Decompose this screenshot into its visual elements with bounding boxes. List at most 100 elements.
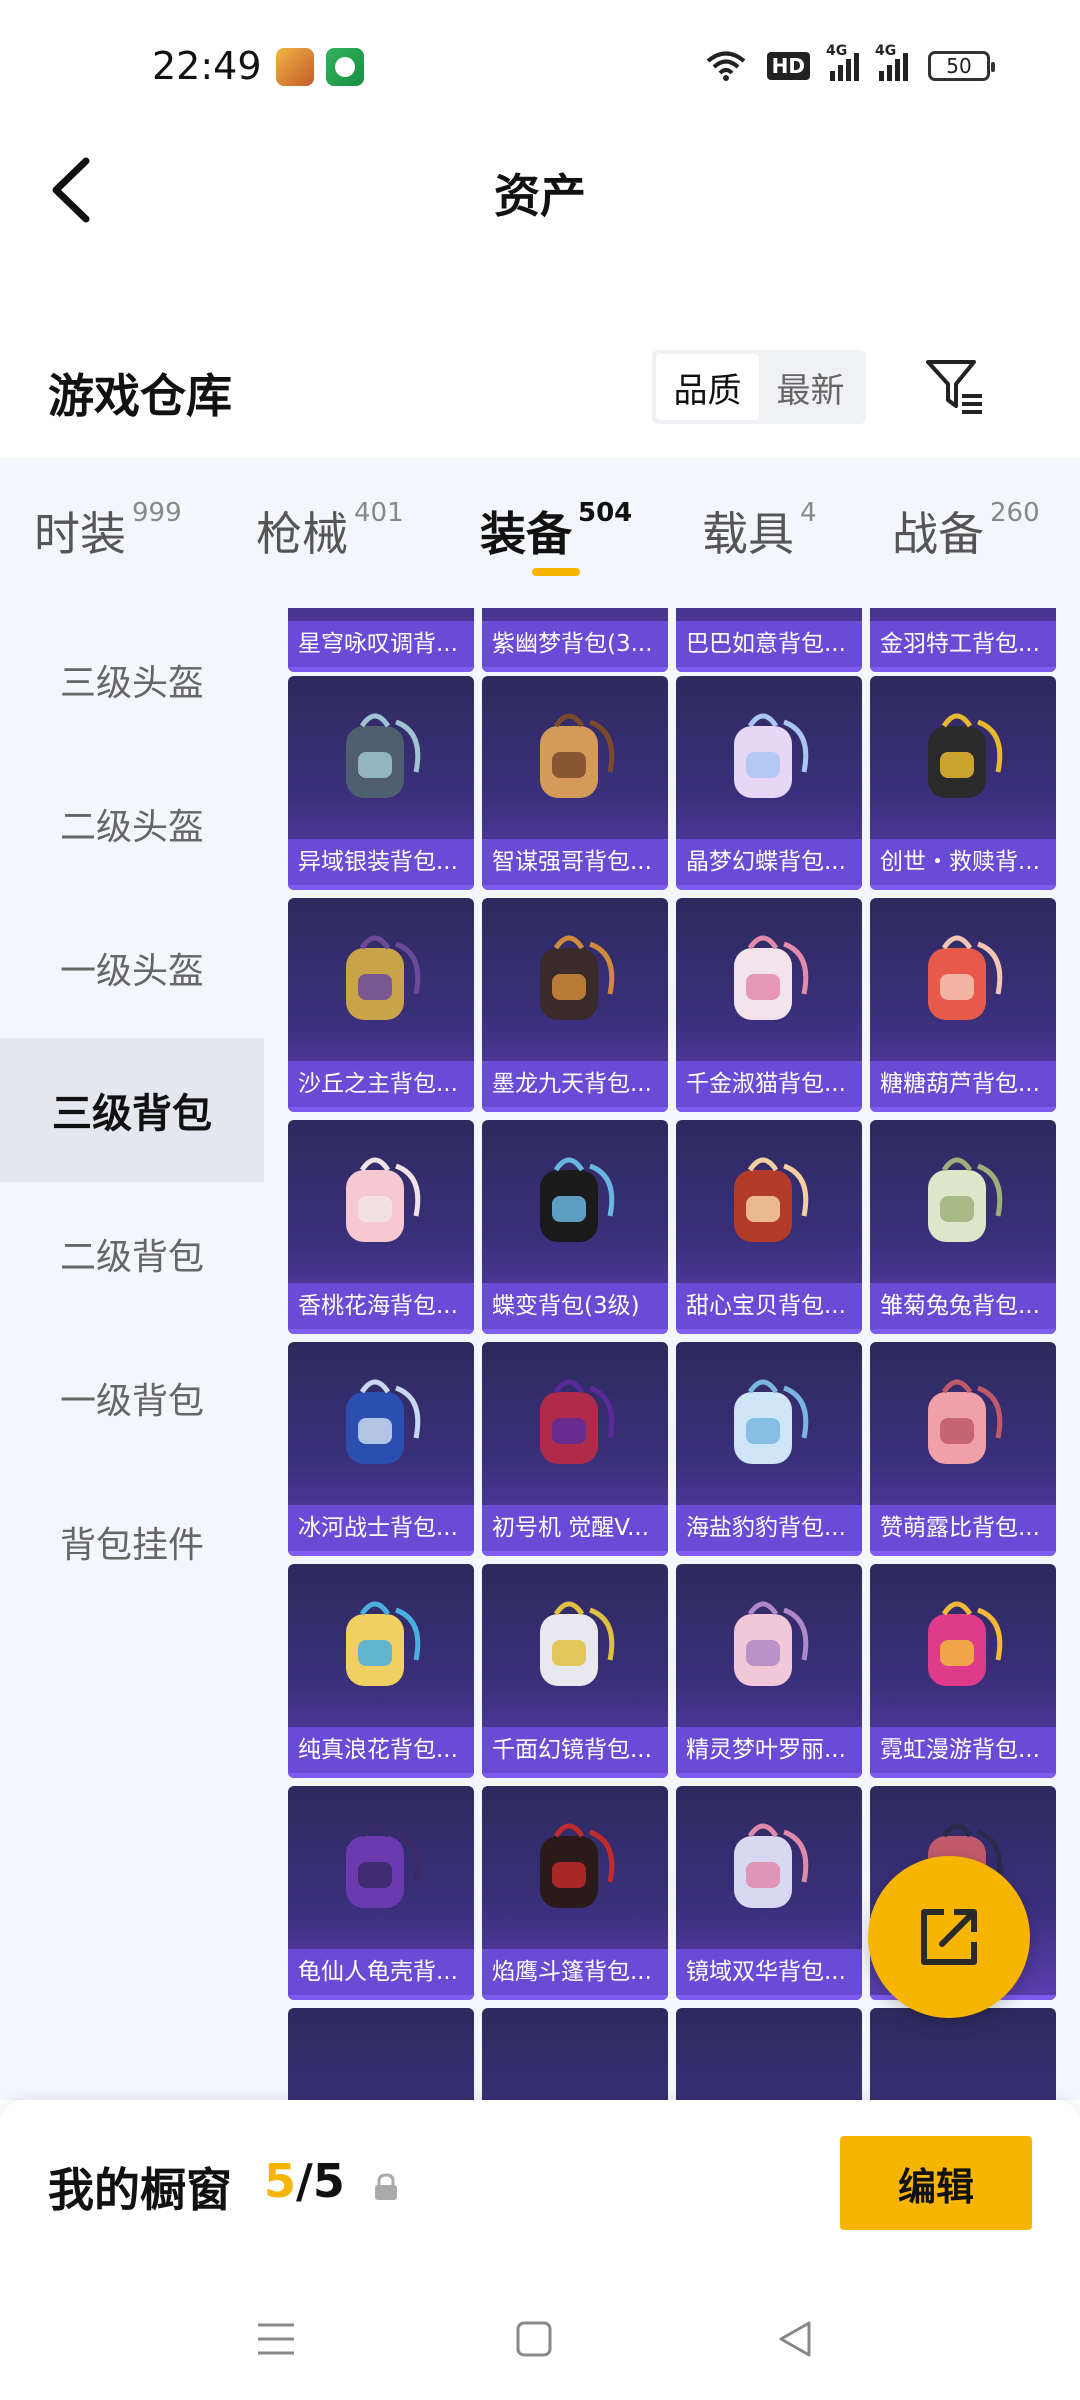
item-card[interactable]: 纯真浪花背包... — [288, 1564, 474, 1778]
tab-firearms[interactable]: 枪械 401 — [256, 498, 404, 564]
item-card[interactable]: 雏菊兔兔背包... — [870, 1120, 1056, 1334]
category-tabs: 时装 999 枪械 401 装备 504 载具 4 战备 260 — [0, 458, 1080, 608]
item-card[interactable] — [288, 2008, 474, 2100]
lock-icon — [375, 2173, 397, 2200]
backpack-icon — [928, 935, 1003, 1020]
item-card[interactable] — [676, 2008, 862, 2100]
item-card[interactable]: 赞萌露比背包... — [870, 1342, 1056, 1556]
tab-vehicles[interactable]: 载具 4 — [702, 498, 817, 564]
item-card[interactable]: 异域银装背包... — [288, 676, 474, 890]
item-name: 纯真浪花背包... — [288, 1727, 474, 1773]
back-nav-button[interactable] — [764, 2314, 824, 2364]
backpack-icon — [346, 713, 421, 798]
sort-option-latest[interactable]: 最新 — [759, 354, 862, 420]
share-fab-button[interactable] — [868, 1856, 1030, 2018]
item-card[interactable]: 精灵梦叶罗丽... — [676, 1564, 862, 1778]
tab-equipment[interactable]: 装备 504 — [480, 498, 632, 564]
chat-app-icon — [326, 48, 364, 86]
item-card[interactable]: 初号机 觉醒V... — [482, 1342, 668, 1556]
tab-count: 401 — [354, 498, 404, 528]
item-name: 龟仙人龟壳背... — [288, 1949, 474, 1995]
item-card[interactable]: 甜心宝贝背包... — [676, 1120, 862, 1334]
tab-fashion[interactable]: 时装 999 — [34, 498, 182, 564]
tab-supplies[interactable]: 战备 260 — [892, 498, 1040, 564]
item-name: 赞萌露比背包... — [870, 1505, 1056, 1551]
triangle-back-icon — [779, 2321, 811, 2357]
item-name: 甜心宝贝背包... — [676, 1283, 862, 1329]
edit-button[interactable]: 编辑 — [840, 2136, 1032, 2230]
sidebar-item-level1-helmet[interactable]: 一级头盔 — [0, 896, 264, 1040]
home-square-icon — [516, 2321, 552, 2357]
backpack-icon — [734, 1379, 809, 1464]
sidebar-item-level2-backpack[interactable]: 二级背包 — [0, 1182, 264, 1326]
item-name: 千面幻镜背包... — [482, 1727, 668, 1773]
item-card[interactable]: 巴巴如意背包... — [676, 608, 862, 672]
backpack-icon — [734, 1823, 809, 1908]
item-card[interactable]: 镜域双华背包... — [676, 1786, 862, 2000]
showcase-total: 5 — [312, 2154, 345, 2208]
backpack-icon — [734, 935, 809, 1020]
item-name: 初号机 觉醒V... — [482, 1505, 668, 1551]
showcase-title: 我的橱窗 — [48, 2163, 232, 2217]
item-name: 异域银装背包... — [288, 839, 474, 885]
item-card[interactable]: 紫幽梦背包(3... — [482, 608, 668, 672]
backpack-icon — [346, 1157, 421, 1242]
item-name: 沙丘之主背包... — [288, 1061, 474, 1107]
item-name: 焰鹰斗篷背包... — [482, 1949, 668, 1995]
item-card[interactable]: 沙丘之主背包... — [288, 898, 474, 1112]
filter-button[interactable] — [920, 352, 990, 422]
item-card[interactable]: 冰河战士背包... — [288, 1342, 474, 1556]
item-name: 糖糖葫芦背包... — [870, 1061, 1056, 1107]
item-name: 星穹咏叹调背... — [288, 621, 474, 667]
item-card[interactable]: 糖糖葫芦背包... — [870, 898, 1056, 1112]
backpack-icon — [540, 935, 615, 1020]
sort-option-quality[interactable]: 品质 — [656, 354, 759, 420]
battery-icon: 50 — [928, 51, 995, 81]
showcase-panel: 我的橱窗 5/5 编辑 — [0, 2100, 1080, 2270]
item-card[interactable]: 千面幻镜背包... — [482, 1564, 668, 1778]
item-name: 雏菊兔兔背包... — [870, 1283, 1056, 1329]
showcase-count: 5/5 — [264, 2154, 345, 2208]
backpack-icon — [540, 713, 615, 798]
item-card[interactable]: 星穹咏叹调背... — [288, 608, 474, 672]
item-card[interactable]: 龟仙人龟壳背... — [288, 1786, 474, 2000]
item-card[interactable]: 霓虹漫游背包... — [870, 1564, 1056, 1778]
item-name: 金羽特工背包... — [870, 621, 1056, 667]
hd-badge: HD — [766, 52, 810, 80]
backpack-icon — [734, 1601, 809, 1686]
item-card[interactable]: 创世・救赎背... — [870, 676, 1056, 890]
sidebar-item-level3-backpack[interactable]: 三级背包 — [0, 1038, 264, 1182]
item-card[interactable]: 晶梦幻蝶背包... — [676, 676, 862, 890]
backpack-icon — [734, 1157, 809, 1242]
sidebar-item-level1-backpack[interactable]: 一级背包 — [0, 1326, 264, 1470]
showcase-current: 5 — [264, 2154, 297, 2208]
item-name: 紫幽梦背包(3... — [482, 621, 668, 667]
system-nav-bar — [0, 2270, 1080, 2400]
sidebar-item-backpack-charm[interactable]: 背包挂件 — [0, 1470, 264, 1614]
item-card[interactable]: 智谋强哥背包... — [482, 676, 668, 890]
item-card[interactable]: 千金淑猫背包... — [676, 898, 862, 1112]
sidebar-item-level3-helmet[interactable]: 三级头盔 — [0, 608, 264, 752]
item-card[interactable]: 墨龙九天背包... — [482, 898, 668, 1112]
sidebar-item-level2-helmet[interactable]: 二级头盔 — [0, 752, 264, 896]
item-name: 镜域双华背包... — [676, 1949, 862, 1995]
item-card[interactable]: 香桃花海背包... — [288, 1120, 474, 1334]
item-card[interactable]: 金羽特工背包... — [870, 608, 1056, 672]
backpack-icon — [540, 1823, 615, 1908]
sort-toggle: 品质 最新 — [652, 350, 866, 424]
backpack-icon — [540, 1379, 615, 1464]
item-name: 蝶变背包(3级) — [482, 1283, 668, 1329]
item-card[interactable]: 海盐豹豹背包... — [676, 1342, 862, 1556]
item-name: 海盐豹豹背包... — [676, 1505, 862, 1551]
tab-label: 战备 — [892, 507, 984, 561]
status-bar: 22:49 HD 4G 4G 50 — [0, 0, 1080, 130]
backpack-icon — [346, 1601, 421, 1686]
menu-nav-button[interactable] — [246, 2314, 306, 2364]
item-card[interactable] — [482, 2008, 668, 2100]
backpack-icon — [928, 1157, 1003, 1242]
item-card[interactable]: 蝶变背包(3级) — [482, 1120, 668, 1334]
item-card[interactable] — [870, 2008, 1056, 2100]
item-name: 墨龙九天背包... — [482, 1061, 668, 1107]
item-card[interactable]: 焰鹰斗篷背包... — [482, 1786, 668, 2000]
home-nav-button[interactable] — [504, 2314, 564, 2364]
